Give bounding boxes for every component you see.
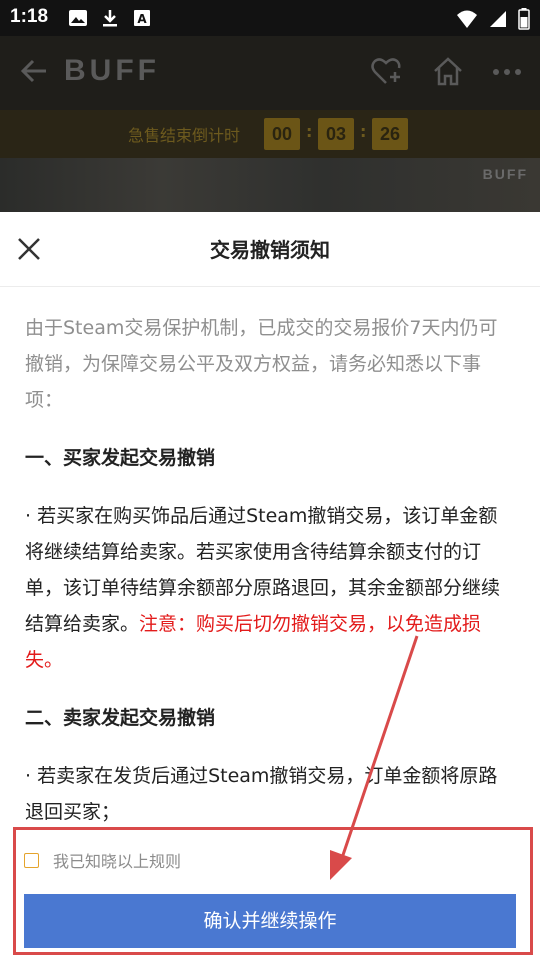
countdown-bar: 急售结束倒计时 00 : 03 : 26 [0,110,540,158]
signal-icon [490,11,506,27]
dialog-title: 交易撤销须知 [210,238,330,262]
battery-icon [518,8,530,30]
heart-plus-icon[interactable] [370,56,404,88]
app-header: BUFF [0,36,540,110]
section-heading-buyer: 一、买家发起交易撤销 [25,447,216,469]
status-bar: 1:18 A [0,0,540,36]
intro-text: 由于Steam交易保护机制，已成交的交易报价7天内仍可撤销，为保障交易公平及双方… [25,317,498,411]
confirm-area: 我已知晓以上规则 确认并继续操作 [0,828,540,960]
section-text-buyer: · 若买家在购买饰品后通过Steam撤销交易，该订单金额将继续结算给卖家。若买家… [25,498,515,678]
countdown-separator: : [306,122,313,141]
svg-text:A: A [137,12,147,26]
dialog-content: 由于Steam交易保护机制，已成交的交易报价7天内仍可撤销，为保障交易公平及双方… [25,310,515,830]
download-icon [103,10,117,27]
countdown-label: 急售结束倒计时 [128,126,241,145]
dialog-header: 交易撤销须知 [0,212,540,287]
countdown-separator: : [360,122,367,141]
countdown-hours: 00 [264,118,300,150]
banner-logo: BUFF [482,166,528,182]
home-icon[interactable] [432,56,464,88]
item-banner-image: BUFF [0,158,540,212]
section-text-seller: · 若卖家在发货后通过Steam撤销交易，订单金额将原路退回买家； [25,765,498,823]
agree-checkbox[interactable] [24,852,39,868]
wifi-icon [457,10,477,28]
countdown-seconds: 26 [372,118,408,150]
confirm-continue-button[interactable]: 确认并继续操作 [24,894,516,948]
agree-row[interactable]: 我已知晓以上规则 [24,848,181,872]
back-arrow-icon[interactable] [18,56,50,86]
image-icon [69,10,87,26]
buff-logo: BUFF [64,54,160,87]
agree-label[interactable]: 我已知晓以上规则 [53,848,181,872]
cancellation-notice-dialog: 交易撤销须知 由于Steam交易保护机制，已成交的交易报价7天内仍可撤销，为保障… [0,212,540,960]
status-time: 1:18 [10,6,49,27]
countdown-minutes: 03 [318,118,354,150]
more-icon[interactable] [492,56,522,88]
section-heading-seller: 二、卖家发起交易撤销 [25,707,216,729]
a-icon: A [134,10,150,26]
